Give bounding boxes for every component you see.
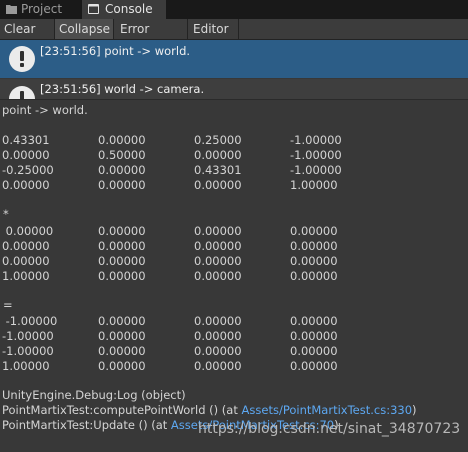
matrix-cell: 0.00000 [98, 359, 146, 373]
log-detail-pane[interactable]: point -> world. 0.43301 0.00000 0.25000 -1.… [0, 99, 468, 452]
matrix-cell: 0.00000 [194, 224, 242, 238]
error-pause-button[interactable]: Error Pause [114, 19, 188, 56]
matrix-cell: 0.00000 [290, 359, 338, 373]
editor-label: Editor [193, 22, 229, 36]
matrix-cell: 0.00000 [194, 269, 242, 283]
matrix-cell: 0.00000 [98, 163, 146, 177]
stack-text: PointMartixTest:computePointWorld () (at [2, 403, 242, 417]
matrix-cell: 0.00000 [2, 178, 50, 192]
matrix-cell: 0.00000 [194, 359, 242, 373]
matrix-cell: -1.00000 [290, 148, 342, 162]
log-entry[interactable]: [23:51:56] point -> world. [0, 40, 468, 78]
matrix-cell: 0.00000 [98, 314, 146, 328]
matrix-cell: 0.25000 [194, 133, 242, 147]
stack-text: PointMartixTest:Update () (at [2, 418, 171, 432]
matrix-cell: 0.00000 [98, 254, 146, 268]
matrix-cell: 0.00000 [2, 254, 50, 268]
log-entry[interactable]: [23:51:56] world -> camera. [0, 79, 468, 99]
matrix-cell: 0.00000 [98, 133, 146, 147]
tab-project[interactable]: Project [0, 0, 82, 19]
clear-button[interactable]: Clear [0, 19, 55, 39]
matrix-cell: 0.00000 [290, 344, 338, 358]
detail-header: point -> world. [2, 103, 88, 117]
folder-icon [6, 5, 17, 14]
collapse-button[interactable]: Collapse [55, 19, 114, 39]
matrix-cell: 1.00000 [290, 178, 338, 192]
matrix-cell: 0.00000 [2, 224, 54, 238]
stack-text: ) [412, 403, 417, 417]
info-icon [9, 46, 35, 72]
matrix-cell: 0.00000 [290, 224, 338, 238]
tab-bar: Project Console [0, 0, 468, 19]
matrix-cell: 0.00000 [290, 269, 338, 283]
matrix-cell: 0.00000 [194, 344, 242, 358]
log-entry-text: [23:51:56] world -> camera. [40, 82, 205, 96]
matrix-cell: 0.00000 [98, 344, 146, 358]
matrix-cell: 0.00000 [98, 178, 146, 192]
matrix-cell: 0.00000 [290, 329, 338, 343]
matrix-cell: 0.00000 [290, 239, 338, 253]
matrix-cell: -1.00000 [2, 344, 54, 358]
watermark: https://blog.csdn.net/sinat_34870723 [198, 421, 461, 437]
matrix-cell: -1.00000 [290, 133, 342, 147]
console-toolbar: Clear Collapse Error Pause Editor [0, 19, 468, 56]
tab-console-label: Console [105, 2, 153, 16]
matrix-cell: 0.00000 [194, 178, 242, 192]
matrix-cell: 0.00000 [98, 269, 146, 283]
console-icon [88, 4, 99, 14]
matrix-cell: 0.00000 [98, 224, 146, 238]
stack-text: UnityEngine.Debug:Log (object) [2, 388, 186, 402]
tab-project-label: Project [21, 2, 63, 16]
log-entry-text: [23:51:56] point -> world. [40, 44, 191, 58]
matrix-cell: 0.00000 [194, 329, 242, 343]
matrix-cell: 0.50000 [98, 148, 146, 162]
matrix-cell: -0.25000 [2, 163, 54, 177]
operator-equals: = [3, 298, 13, 312]
matrix-cell: 0.00000 [194, 314, 242, 328]
matrix-cell: 0.43301 [194, 163, 242, 177]
matrix-cell: 0.00000 [98, 239, 146, 253]
matrix-cell: 0.00000 [194, 239, 242, 253]
matrix-cell: 1.00000 [2, 269, 50, 283]
matrix-cell: 0.00000 [2, 148, 50, 162]
matrix-cell: 0.00000 [2, 239, 50, 253]
matrix-cell: 1.00000 [2, 359, 50, 373]
collapse-label: Collapse [59, 22, 110, 36]
stack-line: PointMartixTest:computePointWorld () (at… [2, 403, 417, 417]
info-icon [9, 86, 35, 99]
source-link[interactable]: Assets/PointMartixTest.cs:330 [242, 403, 413, 417]
matrix-cell: 0.00000 [290, 314, 338, 328]
matrix-cell: 0.00000 [290, 254, 338, 268]
matrix-cell: 0.43301 [2, 133, 50, 147]
matrix-cell: -1.00000 [290, 163, 342, 177]
clear-label: Clear [4, 22, 36, 36]
matrix-cell: 0.00000 [98, 329, 146, 343]
tab-console[interactable]: Console [82, 0, 166, 19]
matrix-cell: -1.00000 [2, 314, 58, 328]
operator-multiply: * [3, 207, 9, 221]
matrix-cell: 0.00000 [194, 148, 242, 162]
editor-dropdown[interactable]: Editor [188, 19, 239, 52]
matrix-cell: -1.00000 [2, 329, 54, 343]
matrix-cell: 0.00000 [194, 254, 242, 268]
stack-line: UnityEngine.Debug:Log (object) [2, 388, 186, 402]
